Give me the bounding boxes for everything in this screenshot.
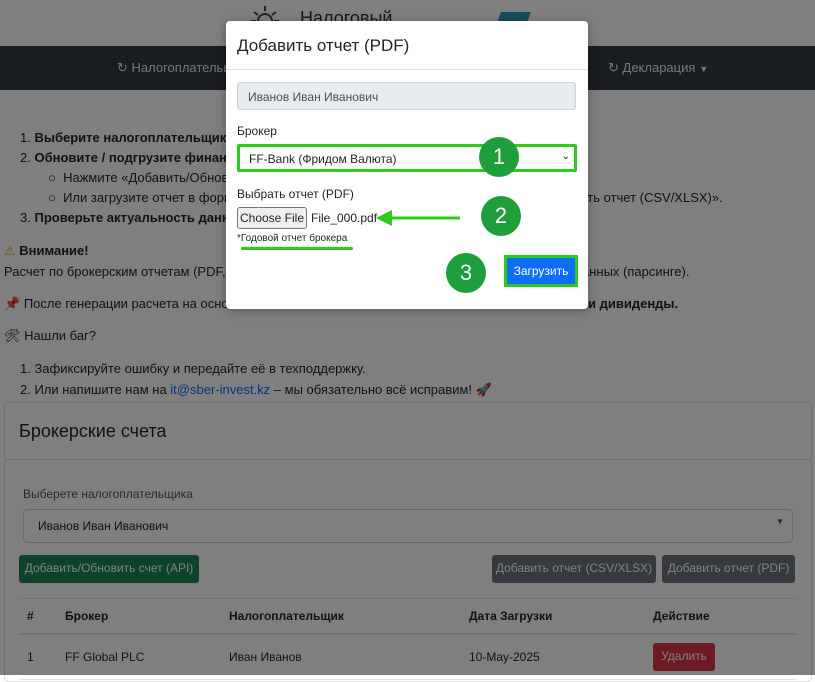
broker-select[interactable]: FF-Bank (Фридом Валюта) ⌄: [237, 144, 577, 172]
taxpayer-field[interactable]: Иванов Иван Иванович: [237, 82, 576, 110]
modal-title: Добавить отчет (PDF): [237, 36, 410, 55]
step-badge-2: 2: [481, 196, 521, 236]
choose-file-button[interactable]: Choose File: [237, 207, 307, 229]
add-report-modal: Добавить отчет (PDF) Иванов Иван Иванови…: [226, 21, 588, 309]
arrow-left-icon: [376, 210, 460, 226]
selected-file-name: File_000.pdf: [311, 211, 378, 225]
chevron-down-icon: ⌄: [561, 151, 570, 162]
divider: [226, 69, 588, 70]
step-badge-1: 1: [479, 137, 519, 177]
step-badge-3: 3: [446, 253, 486, 293]
highlight-underline: [241, 247, 353, 250]
upload-button[interactable]: Загрузить: [504, 255, 578, 287]
file-label: Выбрать отчет (PDF): [237, 187, 354, 201]
broker-label: Брокер: [237, 124, 277, 138]
annual-report-hint: *Годовой отчет брокера: [237, 233, 348, 244]
